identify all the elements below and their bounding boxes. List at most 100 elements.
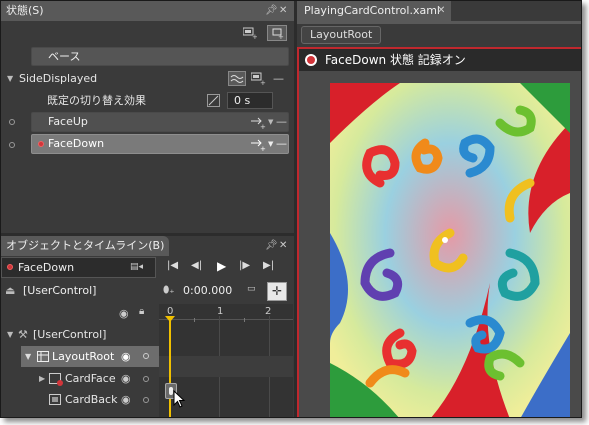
svg-text:+: + (252, 33, 257, 39)
ruler-tick: 1 (217, 306, 224, 317)
artboard[interactable]: FaceDown 状態 記録オン (297, 47, 581, 418)
eye-icon[interactable]: ◉ (121, 389, 131, 410)
playing-card-image[interactable] (330, 83, 570, 418)
eye-icon[interactable]: ◉ (121, 346, 131, 367)
remove-state-icon[interactable]: — (276, 135, 287, 153)
transition-duration-field[interactable]: 0 s (227, 92, 273, 109)
eye-icon[interactable]: ◉ (121, 368, 131, 389)
usercontrol-icon: ⚒ (18, 328, 28, 341)
state-group-row[interactable]: ▼ SideDisplayed + — (1, 68, 293, 89)
playhead-needle[interactable] (169, 318, 171, 417)
chevron-right-icon[interactable]: ▶ (39, 368, 45, 389)
storyboard-selector[interactable]: FaceDown ▤◂ (1, 257, 156, 278)
playback-controls: |◀ ◀| ▶ |▶ ▶| (161, 257, 293, 279)
svg-text:+: + (260, 145, 266, 151)
canvas-icon (49, 373, 63, 386)
remove-group-icon[interactable]: — (273, 68, 284, 89)
dropdown-arrow-icon[interactable]: ▼ (268, 135, 273, 153)
breadcrumb-item: LayoutRoot (310, 28, 373, 41)
transition-icon[interactable]: + (250, 138, 268, 151)
svg-text:+: + (260, 123, 266, 129)
easing-icon[interactable] (207, 94, 220, 107)
state-pin-dot[interactable] (9, 142, 15, 148)
add-state-icon[interactable]: + (251, 72, 267, 86)
tree-row-cardface[interactable]: ▶ CardFace ◉ (1, 368, 159, 389)
next-frame-icon[interactable]: |▶ (239, 260, 250, 271)
state-row-faceup[interactable]: FaceUp + ▼ — (31, 112, 289, 132)
default-transition-row: 既定の切り替え効果 0 s (1, 90, 293, 111)
dropdown-arrow-icon[interactable]: ▼ (268, 113, 273, 131)
document-tab[interactable]: PlayingCardControl.xaml ✕ (297, 1, 451, 21)
chevron-down-icon[interactable]: ▼ (7, 68, 13, 89)
zoom-fit-icon[interactable]: ✛ (267, 282, 287, 301)
base-state-row[interactable]: ベース (31, 47, 289, 66)
objects-timeline-panel: オブジェクトとタイムライン(B) 📌︎ ✕ FaceDown ▤◂ |◀ ◀| … (1, 236, 294, 417)
default-transition-label: 既定の切り替え効果 (47, 94, 146, 107)
recording-label: FaceDown 状態 記録オン (325, 53, 466, 67)
scope-up-icon[interactable]: ⏏ (5, 280, 15, 301)
state-group-label: SideDisplayed (19, 72, 98, 85)
tree-label: CardBack (65, 393, 118, 406)
transition-effect-icon[interactable] (228, 71, 246, 86)
recording-banner: FaceDown 状態 記録オン (299, 49, 581, 71)
svg-text:+: + (260, 79, 266, 86)
document-tab-title: PlayingCardControl.xaml (304, 4, 440, 17)
timeline-grid[interactable]: 0 1 2 (159, 304, 293, 417)
time-display[interactable]: 0:00.000 (183, 284, 232, 297)
states-panel-title: 状態(S) (6, 4, 44, 17)
objects-panel-header: オブジェクトとタイムライン(B) (1, 236, 169, 256)
tree-label: [UserControl] (33, 328, 107, 341)
pin-icon[interactable]: 📌︎ (265, 236, 278, 256)
tree-row-usercontrol[interactable]: ▼ ⚒ [UserControl] (1, 324, 159, 345)
remove-state-icon[interactable]: — (276, 113, 287, 131)
lock-dot[interactable] (143, 397, 149, 403)
states-panel-header: 状態(S) 📌︎ ✕ (1, 1, 294, 21)
time-row: ⬮₊ 0:00.000 ▭ ✛ (159, 280, 293, 304)
last-frame-icon[interactable]: ▶| (263, 260, 274, 271)
states-panel: 状態(S) 📌︎ ✕ + + ベース ▼ SideDisplayed + — 既… (1, 1, 294, 233)
grid-icon (37, 351, 49, 362)
scope-label: [UserControl] (23, 284, 97, 297)
record-icon (38, 141, 44, 147)
svg-text:+: + (278, 33, 284, 41)
close-icon[interactable]: ✕ (279, 1, 287, 21)
state-label: FaceUp (48, 115, 88, 128)
canvas-icon (49, 394, 61, 405)
eye-icon[interactable]: ◉ (119, 307, 129, 320)
play-icon[interactable]: ▶ (217, 259, 226, 273)
storyboard-menu-icon[interactable]: ▤◂ (130, 258, 143, 277)
close-icon[interactable]: ✕ (279, 236, 287, 256)
scope-row[interactable]: ⏏ [UserControl] (1, 280, 157, 301)
blend-window: 状態(S) 📌︎ ✕ + + ベース ▼ SideDisplayed + — 既… (0, 0, 582, 418)
add-keyframe-icon[interactable]: ⬮₊ (163, 285, 175, 296)
storyboard-name: FaceDown (18, 261, 75, 274)
add-state-icon[interactable]: + (267, 25, 287, 41)
objects-panel-title: オブジェクトとタイムライン(B) (6, 239, 165, 252)
tree-label: CardFace (65, 372, 116, 385)
tree-label: LayoutRoot (52, 350, 115, 363)
state-label: FaceDown (48, 137, 105, 150)
states-toolbar: + + (1, 21, 294, 45)
lock-icon[interactable]: 🔒︎ (139, 306, 144, 317)
lock-dot[interactable] (143, 353, 149, 359)
pin-icon[interactable]: 📌︎ (265, 1, 278, 21)
transition-icon[interactable]: + (250, 116, 268, 129)
state-pin-dot[interactable] (9, 119, 15, 125)
record-icon[interactable] (305, 54, 317, 66)
mouse-cursor-icon (173, 390, 186, 408)
add-state-group-icon[interactable]: + (243, 27, 257, 39)
close-icon[interactable]: ✕ (437, 1, 445, 21)
breadcrumb[interactable]: LayoutRoot (301, 26, 381, 44)
base-state-label: ベース (48, 50, 81, 63)
tree-row-cardback[interactable]: CardBack ◉ (1, 389, 159, 410)
snap-icon[interactable]: ▭ (247, 284, 256, 294)
tree-row-layoutroot[interactable]: ▼ LayoutRoot ◉ (21, 346, 159, 367)
previous-frame-icon[interactable]: ◀| (191, 260, 202, 271)
record-icon (7, 264, 13, 270)
state-row-facedown[interactable]: FaceDown + ▼ — (31, 134, 289, 154)
lock-dot[interactable] (143, 376, 149, 382)
document-area: PlayingCardControl.xaml ✕ LayoutRoot Fac… (297, 1, 581, 418)
first-frame-icon[interactable]: |◀ (167, 260, 178, 271)
chevron-down-icon[interactable]: ▼ (25, 346, 31, 367)
chevron-down-icon[interactable]: ▼ (7, 324, 13, 345)
